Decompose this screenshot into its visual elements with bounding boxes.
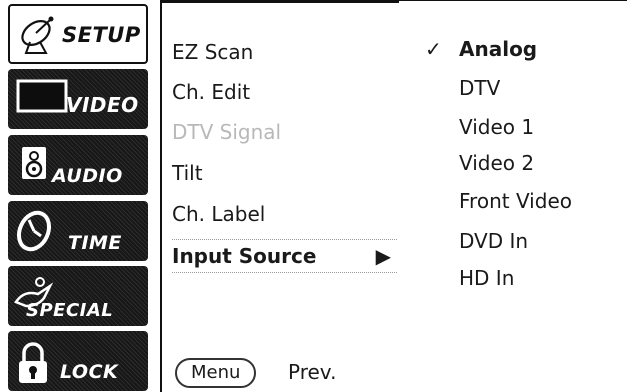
menu-item-ez-scan[interactable]: EZ Scan xyxy=(172,36,397,68)
category-time[interactable]: TIME xyxy=(8,201,148,261)
menu-item-input-source[interactable]: Input Source ▶ xyxy=(172,239,397,273)
category-label: AUDIO xyxy=(52,165,123,187)
menu-item-label: Input Source xyxy=(172,244,317,268)
checkmark-icon: ✓ xyxy=(425,37,442,61)
category-label: SPECIAL xyxy=(26,300,114,321)
input-source-options: ✓ Analog DTV Video 1 Video 2 Front Video… xyxy=(399,0,627,392)
category-label: SETUP xyxy=(62,23,141,47)
category-audio[interactable]: AUDIO xyxy=(8,135,148,195)
category-label: VIDEO xyxy=(66,93,139,117)
tv-screen-icon xyxy=(16,79,68,113)
category-setup[interactable]: SETUP xyxy=(8,4,148,64)
speaker-icon xyxy=(22,147,46,179)
menu-item-ch-edit[interactable]: Ch. Edit xyxy=(172,76,397,108)
option-front-video[interactable]: Front Video xyxy=(459,187,572,215)
option-hd-in[interactable]: HD In xyxy=(459,264,514,292)
menu-item-dtv-signal: DTV Signal xyxy=(172,116,397,148)
option-analog[interactable]: Analog xyxy=(459,35,537,63)
setup-submenu: EZ Scan Ch. Edit DTV Signal Tilt Ch. Lab… xyxy=(160,0,399,392)
category-label: TIME xyxy=(68,232,122,254)
satellite-dish-icon xyxy=(21,16,54,54)
option-video-1[interactable]: Video 1 xyxy=(459,113,534,141)
menu-button[interactable]: Menu xyxy=(175,358,257,388)
option-dtv[interactable]: DTV xyxy=(459,74,500,102)
category-label: LOCK xyxy=(60,361,119,383)
prev-label: Prev. xyxy=(288,360,337,384)
category-sidebar: SETUP VIDEO AUDIO TIME SPECIAL LOCK xyxy=(8,0,148,392)
category-special[interactable]: SPECIAL xyxy=(8,266,148,326)
menu-item-label: EZ Scan xyxy=(172,40,254,64)
menu-item-tilt[interactable]: Tilt xyxy=(172,157,397,189)
option-video-2[interactable]: Video 2 xyxy=(459,149,534,177)
padlock-icon xyxy=(19,342,47,383)
option-dvd-in[interactable]: DVD In xyxy=(459,227,528,255)
menu-item-label: Ch. Label xyxy=(172,202,266,226)
clock-icon xyxy=(16,210,52,252)
menu-item-label: Tilt xyxy=(172,161,203,185)
category-lock[interactable]: LOCK xyxy=(8,331,148,391)
menu-item-label: DTV Signal xyxy=(172,120,282,144)
submenu-arrow-icon: ▶ xyxy=(375,244,391,268)
menu-item-ch-label[interactable]: Ch. Label xyxy=(172,198,397,230)
menu-item-label: Ch. Edit xyxy=(172,80,251,104)
category-video[interactable]: VIDEO xyxy=(8,69,148,129)
